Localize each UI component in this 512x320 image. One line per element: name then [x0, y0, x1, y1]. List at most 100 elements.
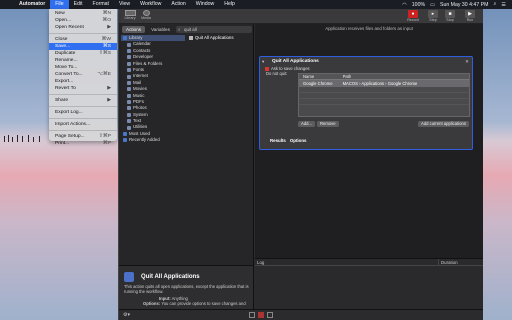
- menu-view[interactable]: View: [114, 0, 135, 9]
- result-item[interactable]: Quit All Applications: [187, 35, 253, 41]
- folder-icon: [127, 68, 131, 73]
- folder-icon: [127, 112, 131, 117]
- description-options: Options: You can provide options to save…: [143, 301, 246, 306]
- tab-actions[interactable]: Actions: [122, 26, 146, 33]
- action-quit-all-applications[interactable]: ▾ Quit All Applications ✕ Ask to save ch…: [259, 56, 473, 150]
- app-name-cell: Google Chrome: [303, 81, 333, 86]
- tab-results[interactable]: Results: [270, 138, 286, 143]
- disclosure-triangle-icon[interactable]: ▾: [262, 59, 264, 65]
- menu-item-print[interactable]: Print... ⌘P: [49, 140, 117, 147]
- status-area: ◠ 100% ▭ Sun May 30 4:47 PM ⌕ ☰: [402, 1, 512, 8]
- remove-button[interactable]: Remove: [317, 121, 339, 127]
- menu-format[interactable]: Format: [88, 0, 114, 9]
- gear-icon[interactable]: ⚙▾: [123, 312, 130, 318]
- folder-icon: [127, 93, 131, 98]
- library-item-recently-added[interactable]: Recently Added: [121, 137, 185, 143]
- wifi-icon[interactable]: ◠: [402, 2, 407, 8]
- shortcut-label: ⇧⌘P: [98, 134, 111, 139]
- stop-icon: ■: [445, 10, 455, 18]
- shortcut-label: ⌘N: [102, 11, 111, 16]
- folder-icon: [127, 100, 131, 105]
- action-icon: [189, 35, 193, 40]
- menu-item-export-log[interactable]: Export Log...: [49, 109, 117, 116]
- menu-item-convert-to[interactable]: Convert To... ⌥⌘E: [49, 71, 117, 78]
- log-column-header[interactable]: Log: [255, 259, 439, 265]
- shortcut-label: ⌘O: [102, 18, 111, 23]
- stop-button[interactable]: ■ Stop: [444, 10, 456, 22]
- folder-icon: [127, 119, 131, 124]
- tab-options[interactable]: Options: [290, 138, 307, 143]
- run-button[interactable]: ▶ Run: [464, 10, 476, 22]
- add-button[interactable]: Add...: [298, 121, 315, 127]
- column-header-name[interactable]: Name: [299, 74, 339, 79]
- menu-item-open-recent[interactable]: Open Recent ▶: [49, 24, 117, 31]
- menu-window[interactable]: Window: [191, 0, 219, 9]
- menu-action[interactable]: Action: [166, 0, 190, 9]
- folder-icon: [127, 106, 131, 111]
- menu-item-rename[interactable]: Rename...: [49, 57, 117, 64]
- menu-item-share[interactable]: Share ▶: [49, 97, 117, 104]
- folder-icon: [127, 74, 131, 79]
- tab-variables[interactable]: Variables: [147, 26, 174, 33]
- bottom-bar: ⚙▾: [119, 309, 483, 320]
- folder-icon: [127, 61, 131, 66]
- menu-item-move-to[interactable]: Move To...: [49, 64, 117, 71]
- run-icon: ▶: [465, 10, 475, 18]
- quit-all-applications-icon: [124, 272, 134, 282]
- menu-separator: [49, 130, 117, 131]
- folder-icon: [127, 55, 131, 60]
- step-button[interactable]: ▸ Step: [427, 10, 439, 22]
- add-current-applications-button[interactable]: Add current applications: [418, 121, 469, 127]
- menu-edit[interactable]: Edit: [69, 0, 88, 9]
- menu-bar: Automator File Edit Format View Workflow…: [0, 0, 512, 9]
- menu-help[interactable]: Help: [219, 0, 240, 9]
- menu-item-save[interactable]: Save... ⌘S: [49, 43, 117, 50]
- library-toggle[interactable]: Library: [123, 10, 137, 20]
- shortcut-label: ▶: [107, 86, 111, 91]
- menu-separator: [49, 94, 117, 95]
- close-icon[interactable]: ✕: [465, 59, 469, 65]
- description-pane: Quit All Applications This action quits …: [119, 265, 254, 309]
- menu-item-import-actions[interactable]: Import Actions...: [49, 121, 117, 128]
- folder-icon: [123, 132, 127, 137]
- folder-icon: [127, 80, 131, 85]
- menu-separator: [49, 118, 117, 119]
- log-toggle-icon[interactable]: [258, 312, 264, 318]
- log-pane: Log Duration: [255, 258, 483, 309]
- workflow-area: Application receives files and folders a…: [255, 24, 483, 258]
- action-title: Quit All Applications: [272, 59, 319, 64]
- menu-item-export[interactable]: Export...: [49, 78, 117, 85]
- battery-icon[interactable]: ▭: [430, 2, 435, 8]
- menu-separator: [49, 33, 117, 34]
- folder-icon: [127, 48, 131, 53]
- description-toggle-icon[interactable]: [249, 312, 255, 318]
- library-pane: Actions Variables ⌕ quit all Library Cale…: [119, 24, 254, 265]
- clock[interactable]: Sun May 30 4:47 PM: [440, 2, 488, 8]
- battery-percent: 100%: [411, 1, 426, 8]
- column-header-path[interactable]: Path: [339, 74, 469, 79]
- menu-item-page-setup[interactable]: Page Setup... ⇧⌘P: [49, 133, 117, 140]
- control-center-icon[interactable]: ☰: [501, 2, 506, 8]
- library-results: Quit All Applications: [187, 35, 253, 41]
- media-button[interactable]: Media: [139, 10, 153, 20]
- menu-item-revert-to[interactable]: Revert To ▶: [49, 85, 117, 92]
- menu-app-name[interactable]: Automator: [14, 0, 50, 9]
- search-icon[interactable]: ⌕: [493, 1, 496, 8]
- menu-item-close[interactable]: Close ⌘W: [49, 36, 117, 43]
- menu-item-new[interactable]: New ⌘N: [49, 10, 117, 17]
- record-button[interactable]: ● Record: [407, 10, 419, 22]
- folder-icon: [127, 87, 131, 92]
- duration-column-header[interactable]: Duration: [439, 259, 458, 265]
- library-tree: Library Calendar Contacts Developer Files & …: [121, 35, 185, 144]
- menu-item-open[interactable]: Open... ⌘O: [49, 17, 117, 24]
- shortcut-label: ⌘P: [102, 141, 111, 146]
- menu-item-duplicate[interactable]: Duplicate ⇧⌘S: [49, 50, 117, 57]
- table-row[interactable]: Google Chrome MACOS › Applications › Goo…: [299, 80, 469, 87]
- menu-file[interactable]: File: [50, 0, 69, 9]
- folder-icon: [123, 138, 127, 143]
- menu-workflow[interactable]: Workflow: [135, 0, 166, 9]
- variables-toggle-icon[interactable]: [267, 312, 273, 318]
- search-input[interactable]: ⌕ quit all: [176, 26, 252, 33]
- ask-save-checkbox[interactable]: [265, 66, 269, 71]
- desktop-wallpaper-figures: [0, 130, 46, 142]
